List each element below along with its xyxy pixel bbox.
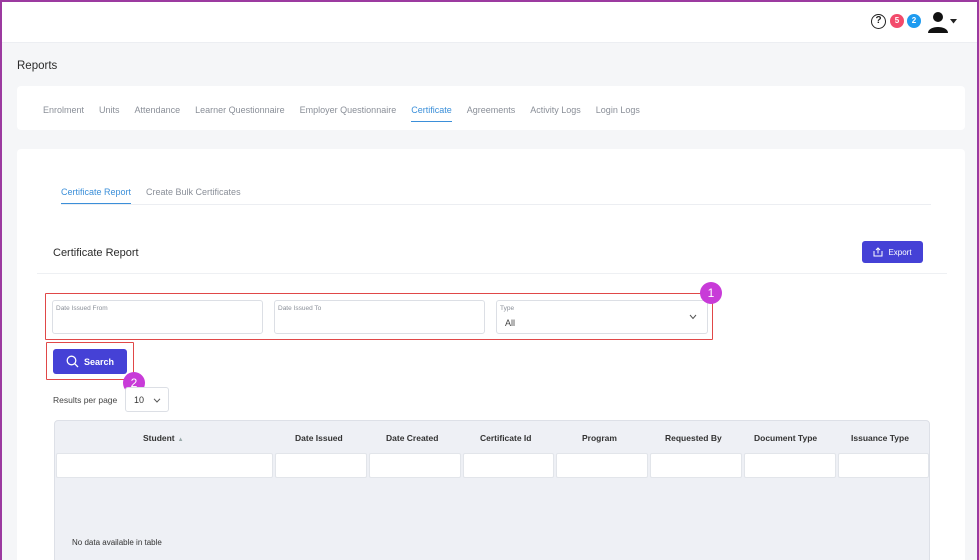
tab-activity-logs[interactable]: Activity Logs bbox=[530, 105, 581, 122]
certificate-report-card: Certificate Report Create Bulk Certifica… bbox=[17, 149, 965, 560]
sort-icon: ▲ bbox=[177, 437, 184, 443]
column-header-date-created[interactable]: Date Created bbox=[386, 433, 438, 443]
certificate-id-filter-input[interactable] bbox=[463, 453, 554, 478]
type-select-label: Type bbox=[500, 305, 515, 312]
column-header-requested-by[interactable]: Requested By bbox=[665, 433, 722, 443]
student-filter-input[interactable] bbox=[56, 453, 273, 478]
export-button[interactable]: Export bbox=[862, 241, 923, 263]
tab-attendance[interactable]: Attendance bbox=[135, 105, 181, 122]
results-per-page-select[interactable]: 10 bbox=[125, 387, 169, 412]
document-type-filter-input[interactable] bbox=[744, 453, 836, 478]
section-divider bbox=[37, 273, 947, 274]
date-created-filter-input[interactable] bbox=[369, 453, 461, 478]
search-button-label: Search bbox=[83, 356, 115, 367]
empty-table-message: No data available in table bbox=[72, 538, 162, 547]
column-header-document-type[interactable]: Document Type bbox=[754, 433, 817, 443]
date-issued-to-field[interactable]: Date Issued To bbox=[274, 300, 485, 334]
tab-employer-questionnaire[interactable]: Employer Questionnaire bbox=[300, 105, 397, 122]
subtab-certificate-report[interactable]: Certificate Report bbox=[61, 187, 132, 204]
export-button-label: Export bbox=[888, 247, 912, 257]
top-header: ? 5 2 bbox=[2, 2, 977, 43]
report-tabs-card: Enrolment Units Attendance Learner Quest… bbox=[17, 86, 965, 130]
tab-agreements[interactable]: Agreements bbox=[467, 105, 516, 122]
tab-enrolment[interactable]: Enrolment bbox=[43, 105, 84, 122]
column-header-program[interactable]: Program bbox=[582, 433, 617, 443]
export-icon bbox=[873, 247, 883, 257]
results-per-page-label: Results per page bbox=[53, 395, 118, 405]
certificate-table: Student ▲ Date Issued Date Created Certif… bbox=[54, 420, 930, 560]
date-issued-from-field[interactable]: Date Issued From bbox=[52, 300, 263, 334]
certificate-subtabs: Certificate Report Create Bulk Certifica… bbox=[61, 187, 931, 205]
report-tabs: Enrolment Units Attendance Learner Quest… bbox=[43, 105, 655, 122]
date-issued-filter-input[interactable] bbox=[275, 453, 367, 478]
column-header-certificate-id[interactable]: Certificate Id bbox=[480, 433, 532, 443]
app-window: ? 5 2 Reports Enrolment Units Attendance… bbox=[0, 0, 979, 560]
tab-learner-questionnaire[interactable]: Learner Questionnaire bbox=[195, 105, 285, 122]
caret-down-icon[interactable] bbox=[950, 19, 957, 24]
alerts-badge[interactable]: 5 bbox=[890, 14, 904, 28]
subtab-create-bulk-certificates[interactable]: Create Bulk Certificates bbox=[146, 187, 241, 204]
type-select-value: All bbox=[505, 318, 516, 328]
requested-by-filter-input[interactable] bbox=[650, 453, 742, 478]
chevron-down-icon bbox=[689, 314, 697, 320]
program-filter-input[interactable] bbox=[556, 453, 648, 478]
search-button[interactable]: Search bbox=[53, 349, 127, 374]
column-header-label: Student bbox=[143, 433, 175, 443]
date-issued-from-label: Date Issued From bbox=[56, 305, 108, 312]
callout-1: 1 bbox=[700, 282, 722, 304]
tab-certificate[interactable]: Certificate bbox=[411, 105, 452, 122]
help-icon[interactable]: ? bbox=[871, 14, 886, 29]
messages-badge[interactable]: 2 bbox=[907, 14, 921, 28]
tab-units[interactable]: Units bbox=[99, 105, 120, 122]
page-title: Reports bbox=[17, 60, 58, 72]
type-select[interactable]: Type All bbox=[496, 300, 708, 334]
column-header-student[interactable]: Student ▲ bbox=[143, 433, 184, 443]
issuance-type-filter-input[interactable] bbox=[838, 453, 929, 478]
user-icon[interactable] bbox=[927, 11, 949, 33]
tab-login-logs[interactable]: Login Logs bbox=[596, 105, 640, 122]
column-header-date-issued[interactable]: Date Issued bbox=[295, 433, 343, 443]
date-issued-to-label: Date Issued To bbox=[278, 305, 322, 312]
report-title: Certificate Report bbox=[53, 247, 139, 259]
results-per-page-value: 10 bbox=[134, 395, 145, 405]
search-icon bbox=[66, 355, 79, 368]
chevron-down-icon bbox=[153, 398, 161, 403]
column-header-issuance-type[interactable]: Issuance Type bbox=[851, 433, 909, 443]
